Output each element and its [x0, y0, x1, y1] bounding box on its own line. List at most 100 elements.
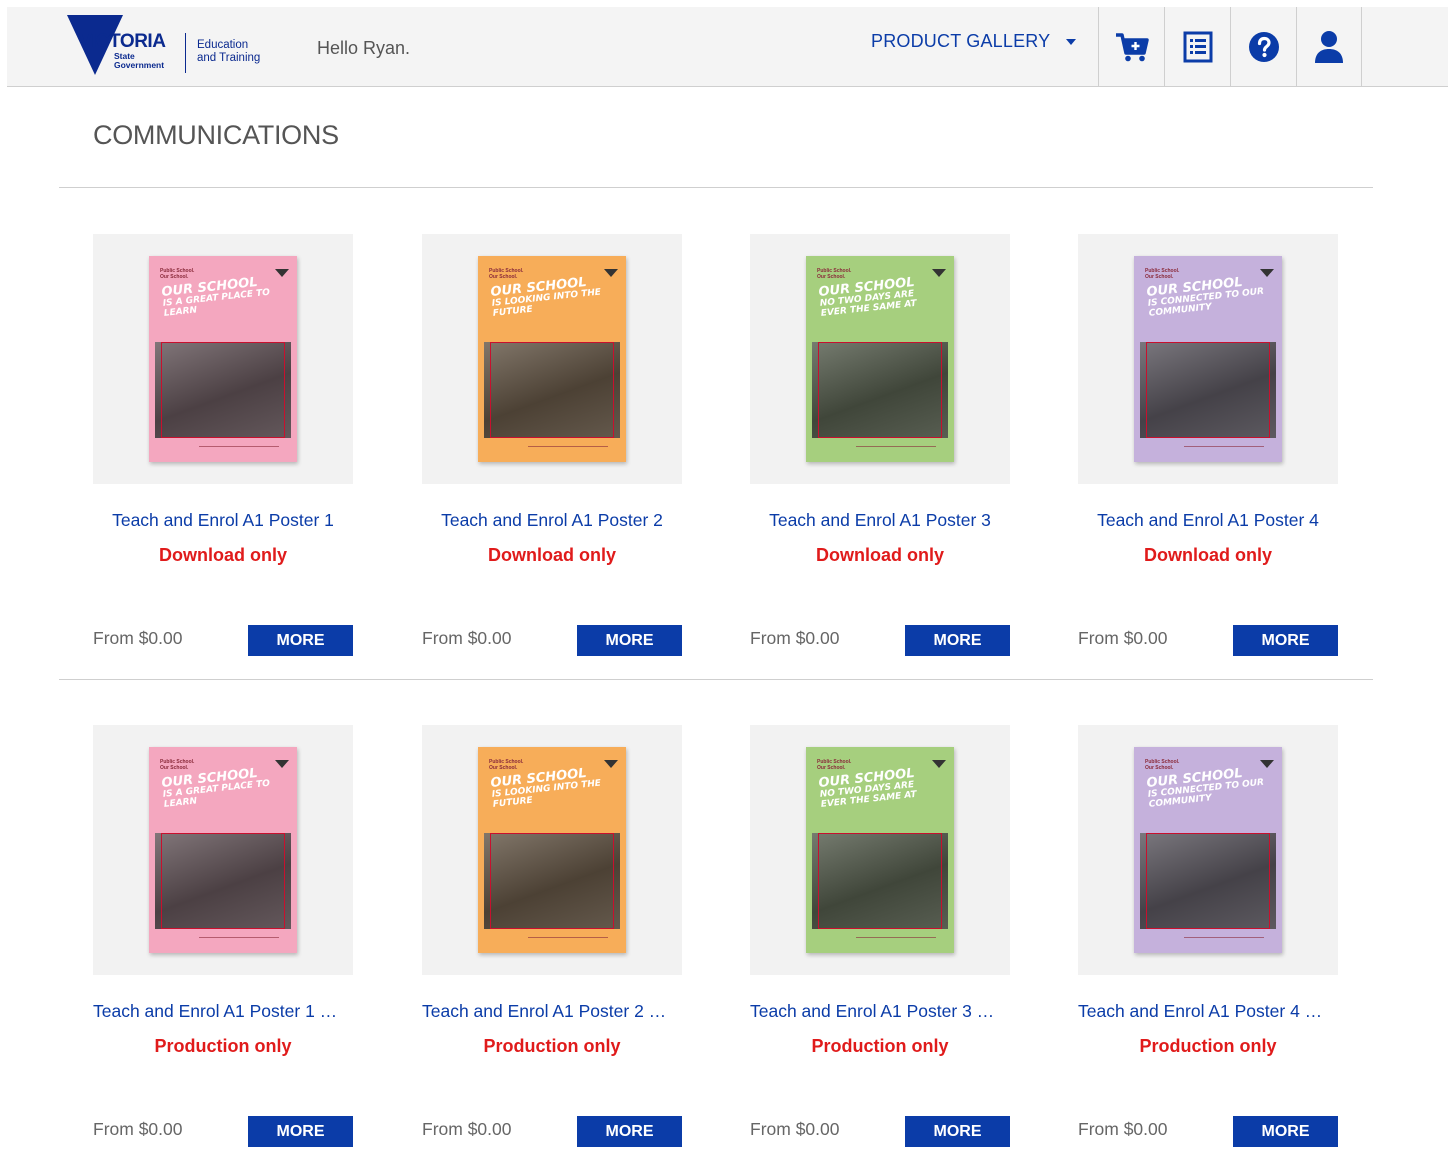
product-gallery-menu[interactable]: PRODUCT GALLERY — [871, 31, 1077, 52]
product-price: From $0.00 — [750, 628, 840, 648]
victoria-logo[interactable]: VICTORIA State Government Education and … — [67, 15, 277, 77]
more-button[interactable]: MORE — [577, 625, 682, 656]
poster-tag: Public School. Our School. — [160, 268, 195, 280]
product-card: Public School. Our School. OUR SCHOOL IS… — [93, 725, 353, 1147]
logo-dept: Education and Training — [197, 39, 260, 65]
poster-tag: Public School. Our School. — [489, 759, 524, 771]
poster-tag: Public School. Our School. — [489, 268, 524, 280]
product-title[interactable]: Teach and Enrol A1 Poster 2 — [422, 510, 682, 531]
greeting-text: Hello Ryan. — [317, 38, 411, 58]
product-price: From $0.00 — [422, 628, 512, 648]
product-title[interactable]: Teach and Enrol A1 Poster 4 … — [1078, 1001, 1338, 1022]
orders-button[interactable] — [1164, 7, 1230, 87]
logo-sub: State Government — [114, 51, 165, 70]
product-status: Download only — [1144, 545, 1272, 565]
title-divider — [59, 187, 1373, 188]
poster-tag: Public School. Our School. — [817, 268, 852, 280]
more-button[interactable]: MORE — [1233, 1116, 1338, 1147]
more-button[interactable]: MORE — [1233, 625, 1338, 656]
product-price: From $0.00 — [1078, 628, 1168, 648]
product-card: Public School. Our School. OUR SCHOOL NO… — [750, 234, 1010, 656]
user-button[interactable] — [1296, 7, 1362, 87]
product-thumbnail[interactable]: Public School. Our School. OUR SCHOOL IS… — [1078, 725, 1338, 975]
order-list-icon — [1183, 31, 1212, 63]
logo-divider — [185, 33, 186, 73]
user-icon — [1315, 31, 1343, 63]
product-price: From $0.00 — [750, 1119, 840, 1139]
logo-dept-line1: Education — [197, 39, 249, 51]
product-price: From $0.00 — [422, 1119, 512, 1139]
poster-tag: Public School. Our School. — [817, 759, 852, 771]
product-title[interactable]: Teach and Enrol A1 Poster 1 — [93, 510, 353, 531]
poster-frame — [818, 342, 942, 438]
product-gallery-label: PRODUCT GALLERY — [871, 31, 1051, 51]
poster-tag: Public School. Our School. — [160, 759, 195, 771]
product-card: Public School. Our School. OUR SCHOOL IS… — [422, 725, 682, 1147]
poster-frame — [161, 833, 285, 929]
logo-dept-line2: and Training — [197, 52, 261, 64]
poster-footer — [856, 937, 936, 943]
more-button[interactable]: MORE — [905, 625, 1010, 656]
help-button[interactable] — [1230, 7, 1296, 87]
poster-footer — [199, 446, 279, 452]
poster-image: Public School. Our School. OUR SCHOOL NO… — [806, 747, 954, 953]
poster-image: Public School. Our School. OUR SCHOOL IS… — [1134, 256, 1282, 462]
poster-image: Public School. Our School. OUR SCHOOL IS… — [149, 256, 297, 462]
more-button[interactable]: MORE — [577, 1116, 682, 1147]
poster-footer — [528, 446, 608, 452]
top-header: VICTORIA State Government Education and … — [7, 7, 1448, 87]
product-thumbnail[interactable]: Public School. Our School. OUR SCHOOL IS… — [1078, 234, 1338, 484]
poster-tag: Public School. Our School. — [1145, 268, 1180, 280]
cart-add-icon — [1115, 33, 1149, 62]
product-price: From $0.00 — [93, 1119, 183, 1139]
product-status: Production only — [483, 1036, 621, 1056]
product-title[interactable]: Teach and Enrol A1 Poster 2 … — [422, 1001, 682, 1022]
product-card: Public School. Our School. OUR SCHOOL IS… — [1078, 725, 1338, 1147]
product-thumbnail[interactable]: Public School. Our School. OUR SCHOOL IS… — [93, 725, 353, 975]
logo-word: VICTORIA — [79, 31, 166, 52]
help-icon — [1248, 32, 1279, 62]
more-button[interactable]: MORE — [248, 625, 353, 656]
product-card: Public School. Our School. OUR SCHOOL NO… — [750, 725, 1010, 1147]
product-thumbnail[interactable]: Public School. Our School. OUR SCHOOL IS… — [422, 234, 682, 484]
product-status: Production only — [154, 1036, 292, 1056]
product-thumbnail[interactable]: Public School. Our School. OUR SCHOOL NO… — [750, 725, 1010, 975]
product-title[interactable]: Teach and Enrol A1 Poster 3 … — [750, 1001, 1010, 1022]
product-thumbnail[interactable]: Public School. Our School. OUR SCHOOL IS… — [422, 725, 682, 975]
poster-image: Public School. Our School. OUR SCHOOL IS… — [478, 256, 626, 462]
product-title[interactable]: Teach and Enrol A1 Poster 4 — [1078, 510, 1338, 531]
product-status: Download only — [816, 545, 944, 565]
product-price: From $0.00 — [93, 628, 183, 648]
poster-tag: Public School. Our School. — [1145, 759, 1180, 771]
poster-image: Public School. Our School. OUR SCHOOL IS… — [478, 747, 626, 953]
product-title[interactable]: Teach and Enrol A1 Poster 1 … — [93, 1001, 353, 1022]
product-card: Public School. Our School. OUR SCHOOL IS… — [93, 234, 353, 656]
poster-frame — [1146, 833, 1270, 929]
poster-footer — [856, 446, 936, 452]
poster-frame — [161, 342, 285, 438]
product-card: Public School. Our School. OUR SCHOOL IS… — [422, 234, 682, 656]
product-thumbnail[interactable]: Public School. Our School. OUR SCHOOL NO… — [750, 234, 1010, 484]
product-status: Production only — [1139, 1036, 1277, 1056]
row-divider — [59, 679, 1373, 680]
product-status: Download only — [159, 545, 287, 565]
poster-footer — [199, 937, 279, 943]
cart-button[interactable] — [1098, 7, 1164, 87]
poster-image: Public School. Our School. OUR SCHOOL NO… — [806, 256, 954, 462]
product-price: From $0.00 — [1078, 1119, 1168, 1139]
poster-footer — [1184, 937, 1264, 943]
product-title[interactable]: Teach and Enrol A1 Poster 3 — [750, 510, 1010, 531]
poster-frame — [818, 833, 942, 929]
poster-image: Public School. Our School. OUR SCHOOL IS… — [1134, 747, 1282, 953]
poster-footer — [1184, 446, 1264, 452]
more-button[interactable]: MORE — [905, 1116, 1010, 1147]
page-title: COMMUNICATIONS — [93, 120, 339, 150]
poster-frame — [490, 833, 614, 929]
chevron-down-icon — [1066, 38, 1077, 45]
product-status: Production only — [811, 1036, 949, 1056]
poster-frame — [490, 342, 614, 438]
more-button[interactable]: MORE — [248, 1116, 353, 1147]
product-card: Public School. Our School. OUR SCHOOL IS… — [1078, 234, 1338, 656]
product-thumbnail[interactable]: Public School. Our School. OUR SCHOOL IS… — [93, 234, 353, 484]
product-status: Download only — [488, 545, 616, 565]
